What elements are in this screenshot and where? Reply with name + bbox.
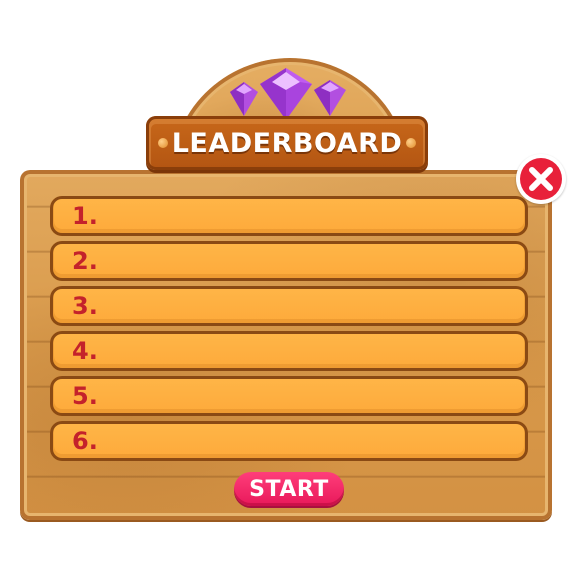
rank-label: 5. — [72, 382, 98, 410]
leaderboard-row-4: 4. — [50, 331, 528, 371]
rank-label: 4. — [72, 337, 98, 365]
leaderboard-row-6: 6. — [50, 421, 528, 461]
close-icon — [520, 158, 562, 200]
leaderboard-row-5: 5. — [50, 376, 528, 416]
close-button[interactable] — [516, 154, 566, 204]
leaderboard-row-2: 2. — [50, 241, 528, 281]
title-plaque: LEADERBOARD — [146, 116, 428, 170]
rank-label: 2. — [72, 247, 98, 275]
gems-decoration — [230, 68, 346, 120]
leaderboard-screen: LEADERBOARD 1. 2. 3. 4. 5. 6. START — [0, 0, 586, 586]
start-button[interactable]: START — [234, 472, 344, 506]
rank-label: 1. — [72, 202, 98, 230]
leaderboard-row-3: 3. — [50, 286, 528, 326]
leaderboard-row-1: 1. — [50, 196, 528, 236]
rank-label: 6. — [72, 427, 98, 455]
nail-right-icon — [406, 138, 416, 148]
gem-center-icon — [260, 68, 312, 120]
leaderboard-list: 1. 2. 3. 4. 5. 6. — [50, 196, 528, 466]
nail-left-icon — [158, 138, 168, 148]
rank-label: 3. — [72, 292, 98, 320]
page-title: LEADERBOARD — [171, 127, 403, 159]
gem-left-icon — [230, 82, 258, 116]
gem-right-icon — [314, 80, 346, 116]
